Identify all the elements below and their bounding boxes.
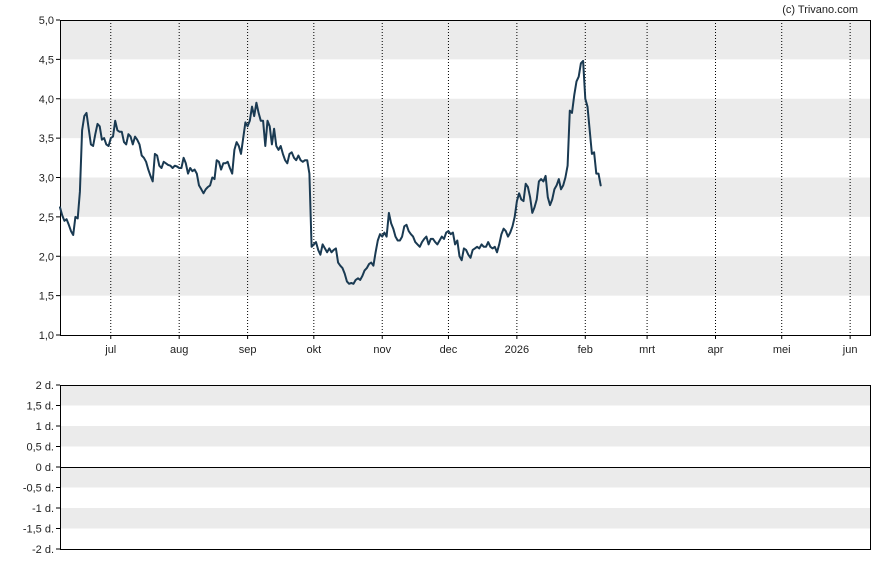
indicator-y-tick-label: -2 d.: [32, 544, 54, 556]
price-x-tick-label: 2026: [505, 344, 529, 356]
price-x-tick-label: dec: [440, 344, 458, 356]
price-chart-y-axis: 5,0 4,5 4,0 3,5 3,0 2,5 2,0 1,5 1,0: [39, 15, 60, 342]
chart-canvas: (c) Trivano.com 5,0 4,5 4,0 3,5 3,0 2,5 2,0 1,5…: [23, 4, 871, 556]
price-band-1: [60, 98, 870, 139]
price-y-tick-label: 5,0: [39, 15, 54, 27]
indicator-chart: 2 d. 1,5 d. 1 d. 0,5 d. 0 d. -0,5 d. -1 d. -1,5…: [23, 380, 871, 556]
price-chart-x-axis: jul aug sep okt nov dec 2026 feb mrt apr mei jun: [104, 335, 857, 356]
price-y-tick-label: 2,0: [39, 251, 54, 263]
indicator-chart-y-axis: 2 d. 1,5 d. 1 d. 0,5 d. 0 d. -0,5 d. -1 d. -1,5…: [23, 380, 60, 556]
price-x-tick-label: jun: [842, 344, 858, 356]
price-x-tick-label: feb: [578, 344, 593, 356]
price-x-tick-label: aug: [170, 344, 188, 356]
price-band-3: [60, 256, 870, 296]
indicator-y-tick-label: 0 d.: [36, 462, 54, 474]
price-y-tick-label: 1,5: [39, 291, 54, 303]
price-x-tick-label: jul: [104, 344, 116, 356]
indicator-y-tick-label: -1,5 d.: [23, 524, 54, 536]
indicator-y-tick-label: 2 d.: [36, 380, 54, 392]
price-x-tick-label: nov: [373, 344, 391, 356]
price-y-tick-label: 1,0: [39, 330, 54, 342]
price-y-tick-label: 3,0: [39, 173, 54, 185]
price-chart: 5,0 4,5 4,0 3,5 3,0 2,5 2,0 1,5 1,0 jul aug sep okt…: [39, 15, 871, 356]
indicator-chart-bands: [60, 385, 870, 529]
price-x-tick-label: mrt: [639, 344, 655, 356]
price-series-line-0: [59, 59, 602, 285]
price-x-tick-label: okt: [306, 344, 321, 356]
copyright-text: (c) Trivano.com: [782, 4, 858, 16]
indicator-band-3: [60, 508, 870, 529]
indicator-y-tick-label: -1 d.: [32, 503, 54, 515]
price-x-tick-label: apr: [708, 344, 724, 356]
indicator-y-tick-label: 1,5 d.: [26, 401, 54, 413]
price-chart-bands: [60, 20, 870, 296]
indicator-band-1: [60, 426, 870, 447]
price-chart-series: [59, 59, 602, 285]
price-x-tick-label: mei: [773, 344, 791, 356]
price-x-tick-label: sep: [239, 344, 257, 356]
indicator-y-tick-label: -0,5 d.: [23, 483, 54, 495]
price-y-tick-label: 4,0: [39, 94, 54, 106]
indicator-band-0: [60, 385, 870, 406]
price-y-tick-label: 4,5: [39, 54, 54, 66]
indicator-y-tick-label: 1 d.: [36, 421, 54, 433]
price-y-tick-label: 2,5: [39, 212, 54, 224]
indicator-band-2: [60, 467, 870, 488]
price-y-tick-label: 3,5: [39, 133, 54, 145]
indicator-y-tick-label: 0,5 d.: [26, 442, 54, 454]
price-band-0: [60, 20, 870, 60]
price-band-2: [60, 177, 870, 217]
